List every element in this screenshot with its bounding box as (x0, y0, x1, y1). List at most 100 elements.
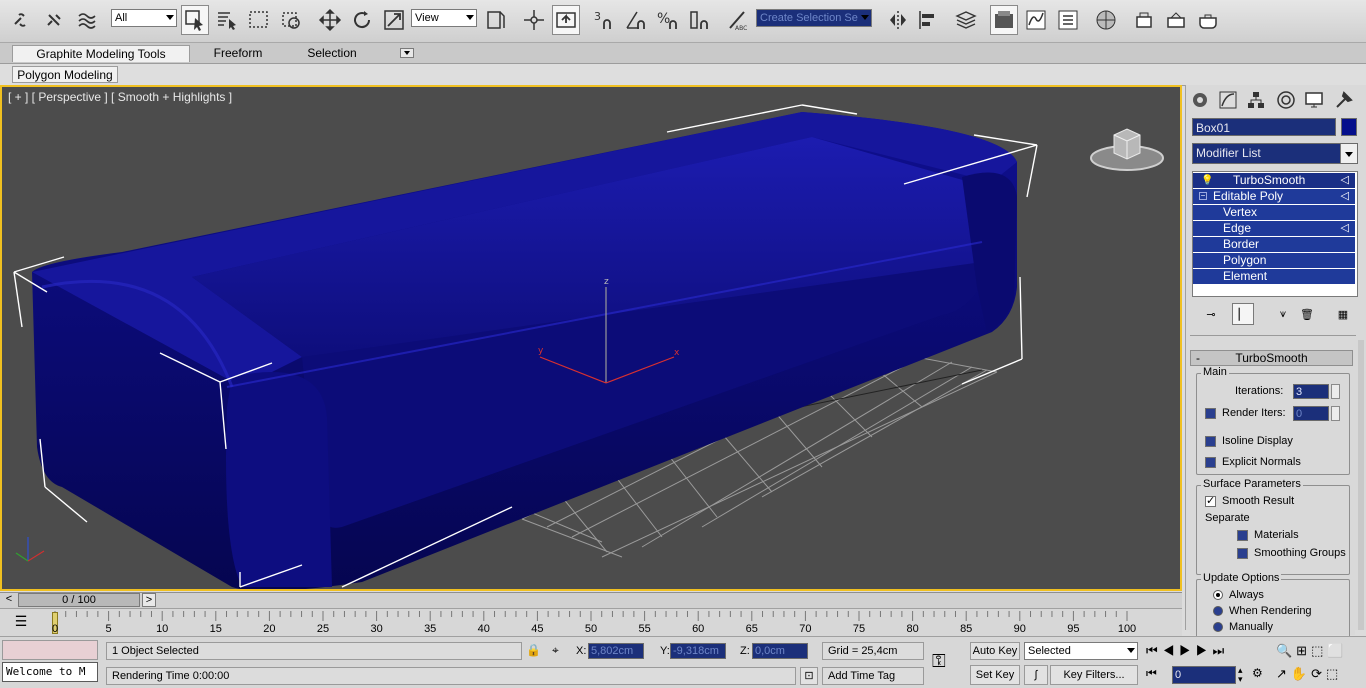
lightbulb-icon[interactable]: 💡 (1201, 173, 1213, 188)
scale-icon[interactable] (380, 5, 408, 35)
smooth-result-checkbox[interactable] (1205, 494, 1216, 507)
time-tag-icon[interactable]: ⊡ (800, 667, 818, 685)
x-coordinate-field[interactable]: 5,802cm (588, 643, 644, 659)
tab-selection[interactable]: Selection (296, 45, 368, 62)
stack-item-editable-poly[interactable]: − Editable Poly ◁ (1193, 189, 1355, 204)
modifier-list-dropdown[interactable]: Modifier List (1192, 143, 1358, 164)
ref-coord-dropdown[interactable]: View (411, 9, 477, 27)
pin-stack-icon[interactable]: ⊸ (1200, 303, 1222, 325)
prev-frame-button[interactable]: < (2, 593, 16, 607)
key-mode-toggle-icon[interactable]: ⏮ (1146, 666, 1166, 684)
motion-icon[interactable] (1274, 89, 1298, 111)
percent-snap-icon[interactable]: % (654, 5, 682, 35)
isoline-display-checkbox[interactable] (1205, 436, 1216, 447)
named-selection-set-dropdown[interactable]: Create Selection Se (756, 9, 872, 27)
window-crossing-icon[interactable] (277, 5, 305, 35)
update-when-rendering-radio[interactable] (1213, 606, 1223, 616)
absolute-mode-icon[interactable]: ⌖ (552, 643, 568, 659)
stack-item-turbosmooth[interactable]: 💡 TurboSmooth ◁ (1193, 173, 1355, 188)
show-end-result-icon[interactable]: ▏ (1232, 303, 1254, 325)
auto-key-button[interactable]: Auto Key (970, 642, 1020, 660)
show-end-result-icon[interactable]: ◁ (1341, 221, 1349, 236)
bind-spacewarp-icon[interactable] (74, 5, 102, 35)
viewport-nav-top[interactable]: 🔍⊞⬚⬜ (1276, 643, 1366, 661)
render-production-icon[interactable] (1194, 5, 1222, 35)
scene-canvas[interactable]: z x y (2, 87, 1180, 589)
hierarchy-icon[interactable] (1244, 89, 1268, 111)
tab-freeform[interactable]: Freeform (200, 45, 276, 62)
make-unique-icon[interactable]: ⩛ (1272, 303, 1294, 325)
key-icon[interactable]: ⚿ (932, 651, 962, 671)
display-icon[interactable] (1302, 89, 1326, 111)
playback-controls[interactable]: ⏮◀▶▶⏭ (1146, 643, 1286, 661)
configure-sets-icon[interactable]: ▦ (1332, 303, 1354, 325)
stack-item-element[interactable]: Element (1193, 269, 1355, 284)
graphite-tools-icon[interactable] (990, 5, 1018, 35)
stack-item-polygon[interactable]: Polygon (1193, 253, 1355, 268)
track-bar[interactable]: ☰ 0 5 10 15 20 25 30 35 40 45 50 55 60 65 70 75 80 85 90 95… (0, 608, 1182, 636)
render-setup-icon[interactable] (1130, 5, 1158, 35)
stack-item-edge[interactable]: Edge ◁ (1193, 221, 1355, 236)
z-coordinate-field[interactable]: 0,0cm (752, 643, 808, 659)
manipulate-icon[interactable] (520, 5, 548, 35)
align-icon[interactable] (914, 5, 942, 35)
set-key-button[interactable]: Set Key (970, 665, 1020, 685)
spinner-arrows-icon[interactable]: ▴ ▾ (1238, 666, 1248, 684)
snaps-toggle-icon[interactable]: 3 (590, 5, 618, 35)
remove-modifier-icon[interactable]: 🗑 (1296, 303, 1318, 325)
utilities-icon[interactable] (1332, 89, 1356, 111)
create-icon[interactable] (1188, 89, 1212, 111)
current-frame-field[interactable]: 0 (1172, 666, 1236, 684)
rotate-icon[interactable] (348, 5, 376, 35)
viewport-nav-bottom[interactable]: ↗✋⟳⬚ (1276, 666, 1366, 684)
key-filters-button[interactable]: Key Filters... (1050, 665, 1138, 685)
keyboard-shortcut-icon[interactable] (552, 5, 580, 35)
link-icon[interactable] (8, 5, 36, 35)
pivot-icon[interactable] (482, 5, 510, 35)
material-editor-icon[interactable] (1092, 5, 1120, 35)
select-by-name-icon[interactable] (213, 5, 241, 35)
rendered-frame-icon[interactable] (1162, 5, 1190, 35)
layer-manager-icon[interactable] (952, 5, 980, 35)
key-mode-dropdown[interactable]: Selected (1024, 642, 1138, 660)
spinner-arrows-icon[interactable] (1331, 384, 1340, 399)
maxscript-listener-pink[interactable] (2, 640, 98, 660)
mirror-icon[interactable] (884, 5, 912, 35)
select-object-icon[interactable] (181, 5, 209, 35)
stack-item-border[interactable]: Border (1193, 237, 1355, 252)
stack-item-vertex[interactable]: Vertex (1193, 205, 1355, 220)
object-color-swatch[interactable] (1341, 118, 1357, 136)
rollout-header[interactable]: - TurboSmooth (1190, 350, 1353, 366)
show-end-result-icon[interactable]: ◁ (1341, 189, 1349, 204)
render-iters-spinner[interactable]: 0 (1293, 406, 1329, 421)
y-coordinate-field[interactable]: -9,318cm (670, 643, 726, 659)
add-time-tag-button[interactable]: Add Time Tag (822, 667, 924, 685)
spinner-snap-icon[interactable] (686, 5, 714, 35)
maxscript-listener[interactable]: Welcome to M (2, 662, 98, 682)
angle-snap-icon[interactable] (622, 5, 650, 35)
perspective-viewport[interactable]: z x y [ + ] [ Perspective ] [ Smooth + H… (0, 85, 1182, 591)
render-iters-checkbox[interactable] (1205, 408, 1216, 419)
collapse-toggle-icon[interactable]: − (1199, 192, 1207, 200)
object-name-field[interactable]: Box01 (1192, 118, 1336, 136)
curve-editor-icon[interactable] (1022, 5, 1050, 35)
explicit-normals-checkbox[interactable] (1205, 457, 1216, 468)
selection-filter-dropdown[interactable]: All (111, 9, 177, 27)
time-slider-thumb[interactable]: 0 / 100 (18, 593, 140, 607)
rect-region-icon[interactable] (245, 5, 273, 35)
update-manually-radio[interactable] (1213, 622, 1223, 632)
smoothing-groups-checkbox[interactable] (1237, 548, 1248, 559)
viewport-label[interactable]: [ + ] [ Perspective ] [ Smooth + Highlig… (8, 90, 232, 104)
panel-scrollbar[interactable] (1358, 340, 1364, 630)
default-tangents-icon[interactable]: ∫ (1024, 665, 1048, 685)
tab-graphite-modeling-tools[interactable]: Graphite Modeling Tools (12, 45, 190, 62)
materials-checkbox[interactable] (1237, 530, 1248, 541)
update-always-radio[interactable] (1213, 590, 1223, 600)
iterations-spinner[interactable]: 3 (1293, 384, 1329, 399)
viewcube-icon[interactable] (1090, 123, 1164, 173)
spinner-arrows-icon[interactable] (1331, 406, 1340, 421)
next-frame-button[interactable]: > (142, 593, 156, 607)
polygon-modeling-panel[interactable]: Polygon Modeling (12, 66, 118, 83)
lock-icon[interactable]: 🔒 (526, 643, 541, 657)
schematic-view-icon[interactable] (1054, 5, 1082, 35)
